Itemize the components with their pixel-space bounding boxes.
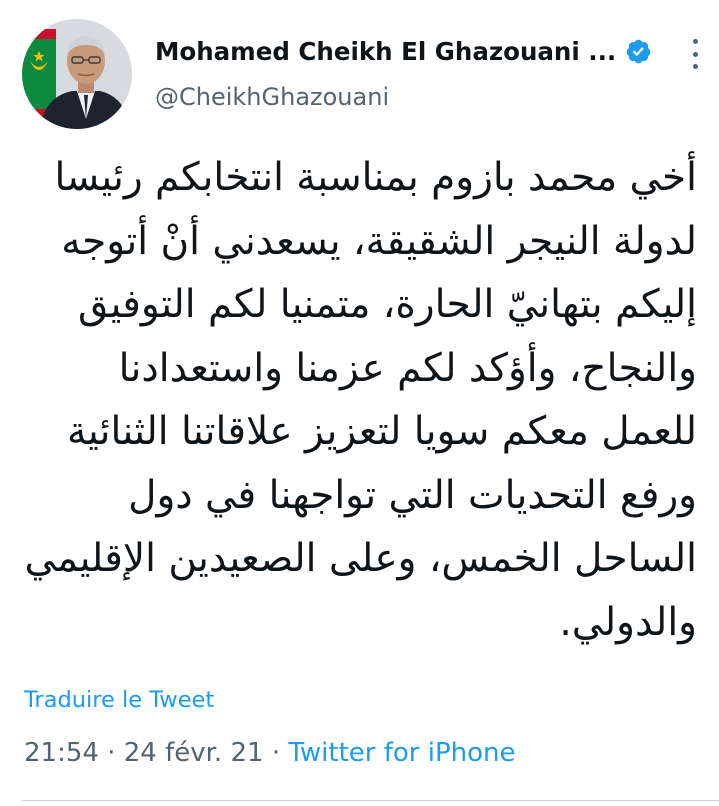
more-dot bbox=[692, 51, 698, 57]
tweet-source-link[interactable]: Twitter for iPhone bbox=[288, 738, 515, 768]
tweet-line: ورفع التحديات التي تواجهنا في دول bbox=[128, 472, 697, 518]
meta-separator: · bbox=[107, 738, 116, 768]
tweet-line: لدولة النيجر الشقيقة، يسعدني أنْ أتوجه bbox=[61, 218, 697, 264]
tweet-line: إليكم بتهانيّ الحارة، متمنيا لكم التوفيق bbox=[77, 282, 697, 327]
tweet-header: Mohamed Cheikh El Ghazouani ... @CheikhG… bbox=[22, 19, 702, 129]
more-vertical-icon[interactable] bbox=[688, 39, 702, 69]
display-name[interactable]: Mohamed Cheikh El Ghazouani ... bbox=[155, 37, 616, 66]
verified-badge-icon bbox=[625, 38, 652, 65]
tweet-line: الساحل الخمس، وعلى الصعيدين الإقليمي bbox=[24, 536, 697, 581]
tweet-line: والدولي. bbox=[559, 599, 697, 645]
more-dot bbox=[692, 64, 698, 69]
meta-separator: · bbox=[271, 738, 281, 768]
avatar[interactable] bbox=[22, 19, 132, 129]
divider bbox=[22, 800, 719, 801]
tweet-line: أخي محمد بازوم بمناسبة انتخابكم رئيسا bbox=[54, 155, 697, 200]
tweet-time: 21:54 bbox=[24, 738, 99, 768]
tweet-meta: 21:54 · 24 févr. 21 · Twitter for iPhone bbox=[24, 738, 516, 768]
avatar-image bbox=[22, 19, 132, 129]
tweet-line: والنجاح، وأؤكد لكم عزمنا واستعدادنا bbox=[118, 345, 697, 391]
tweet-text: أخي محمد بازوم بمناسبة انتخابكم رئيسا لد… bbox=[22, 146, 697, 654]
author-handle[interactable]: @CheikhGhazouani bbox=[155, 83, 655, 111]
translate-tweet-link[interactable]: Traduire le Tweet bbox=[24, 687, 214, 713]
tweet-line: للعمل معكم سويا لتعزيز علاقاتنا الثنائية bbox=[66, 409, 697, 454]
author-names: Mohamed Cheikh El Ghazouani ... @CheikhG… bbox=[155, 31, 655, 111]
more-dot bbox=[692, 39, 698, 44]
display-name-row: Mohamed Cheikh El Ghazouani ... bbox=[155, 31, 655, 71]
tweet-date: 24 févr. 21 bbox=[123, 738, 264, 768]
